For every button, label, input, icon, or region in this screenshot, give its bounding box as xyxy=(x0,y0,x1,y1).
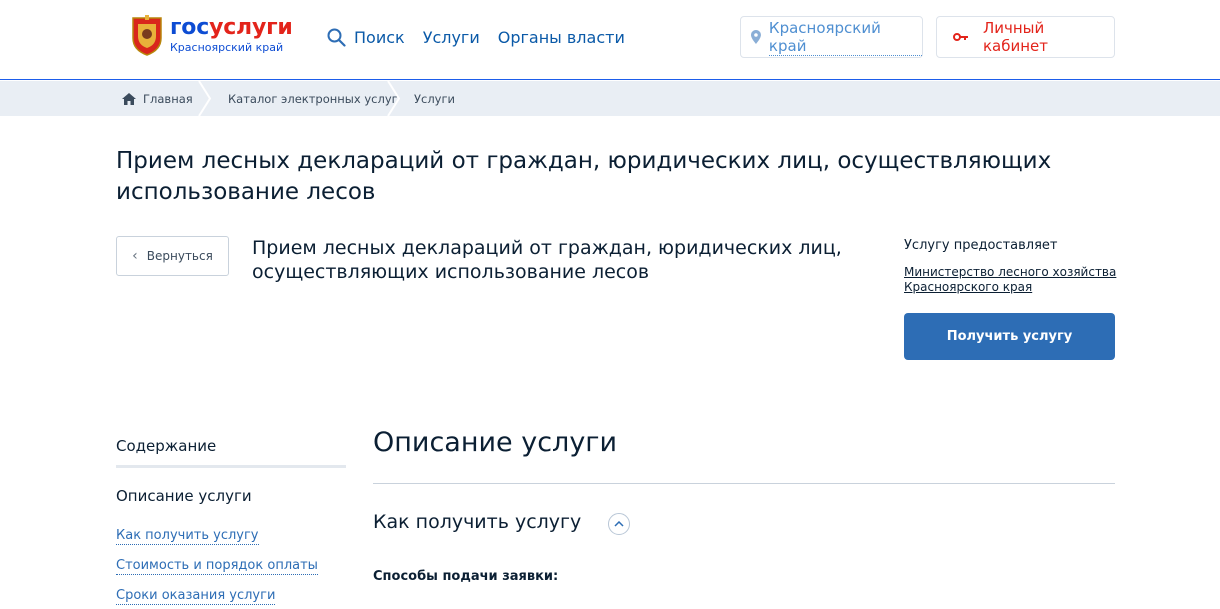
toc-heading: Содержание xyxy=(116,437,217,455)
breadcrumb-home[interactable]: Главная xyxy=(122,81,193,116)
key-icon xyxy=(953,33,968,41)
search-icon xyxy=(327,28,346,47)
breadcrumb: Главная Каталог электронных услуг Услуги xyxy=(0,81,1220,116)
brand-part-gos: гос xyxy=(170,15,210,40)
breadcrumb-catalog-label: Каталог электронных услуг xyxy=(228,91,398,106)
get-service-button[interactable]: Получить услугу xyxy=(904,313,1115,360)
toc-item-active[interactable]: Описание услуги xyxy=(116,487,252,505)
coat-of-arms-icon xyxy=(132,15,162,56)
breadcrumb-catalog[interactable]: Каталог электронных услуг xyxy=(228,81,398,116)
page-title: Прием лесных деклараций от граждан, юрид… xyxy=(116,148,1052,205)
nav-link-services[interactable]: Услуги xyxy=(423,28,480,47)
breadcrumb-separator xyxy=(387,81,401,116)
nav-link-authorities[interactable]: Органы власти xyxy=(498,28,625,47)
subsection-title[interactable]: Как получить услугу xyxy=(373,511,581,533)
region-selector-button[interactable]: Красноярский край xyxy=(740,16,923,58)
toc-link-cost[interactable]: Стоимость и порядок оплаты xyxy=(116,558,318,575)
submission-methods-label: Способы подачи заявки: xyxy=(373,569,559,584)
site-header: госуслуги Красноярский край Поиск Услуги… xyxy=(0,0,1220,80)
section-heading: Описание услуги xyxy=(373,427,618,458)
chevron-left-icon: ‹ xyxy=(132,248,138,264)
toc-link-how-to-get[interactable]: Как получить услугу xyxy=(116,528,259,545)
toc-link-terms[interactable]: Сроки оказания услуги xyxy=(116,588,276,605)
breadcrumb-services[interactable]: Услуги xyxy=(414,81,455,116)
logo-region-subtitle: Красноярский край xyxy=(170,41,284,54)
personal-account-label: Личный кабинет xyxy=(982,19,1049,55)
service-name: Прием лесных деклараций от граждан, юрид… xyxy=(252,237,842,283)
region-selector-label: Красноярский край xyxy=(768,19,922,56)
logo[interactable]: госуслуги Красноярский край xyxy=(130,14,293,56)
search-link[interactable]: Поиск xyxy=(327,28,405,47)
provider-link[interactable]: Министерство лесного хозяйства Красноярс… xyxy=(904,265,1124,295)
back-button[interactable]: ‹ Вернуться xyxy=(116,236,229,276)
collapse-toggle[interactable] xyxy=(608,513,630,535)
breadcrumb-home-label: Главная xyxy=(143,91,193,106)
personal-account-button[interactable]: Личный кабинет xyxy=(936,16,1115,58)
location-pin-icon xyxy=(751,30,761,44)
brand-part-uslugi: услуги xyxy=(209,15,293,40)
breadcrumb-separator xyxy=(198,81,212,116)
back-button-label: Вернуться xyxy=(146,249,213,263)
search-label: Поиск xyxy=(354,28,405,47)
breadcrumb-services-label: Услуги xyxy=(414,91,456,106)
provider-label: Услугу предоставляет xyxy=(904,238,1058,253)
home-icon xyxy=(122,92,136,105)
toc-divider xyxy=(116,465,346,468)
main-nav: Поиск Услуги Органы власти xyxy=(327,28,643,47)
chevron-up-icon xyxy=(614,521,624,527)
section-divider xyxy=(373,483,1115,484)
